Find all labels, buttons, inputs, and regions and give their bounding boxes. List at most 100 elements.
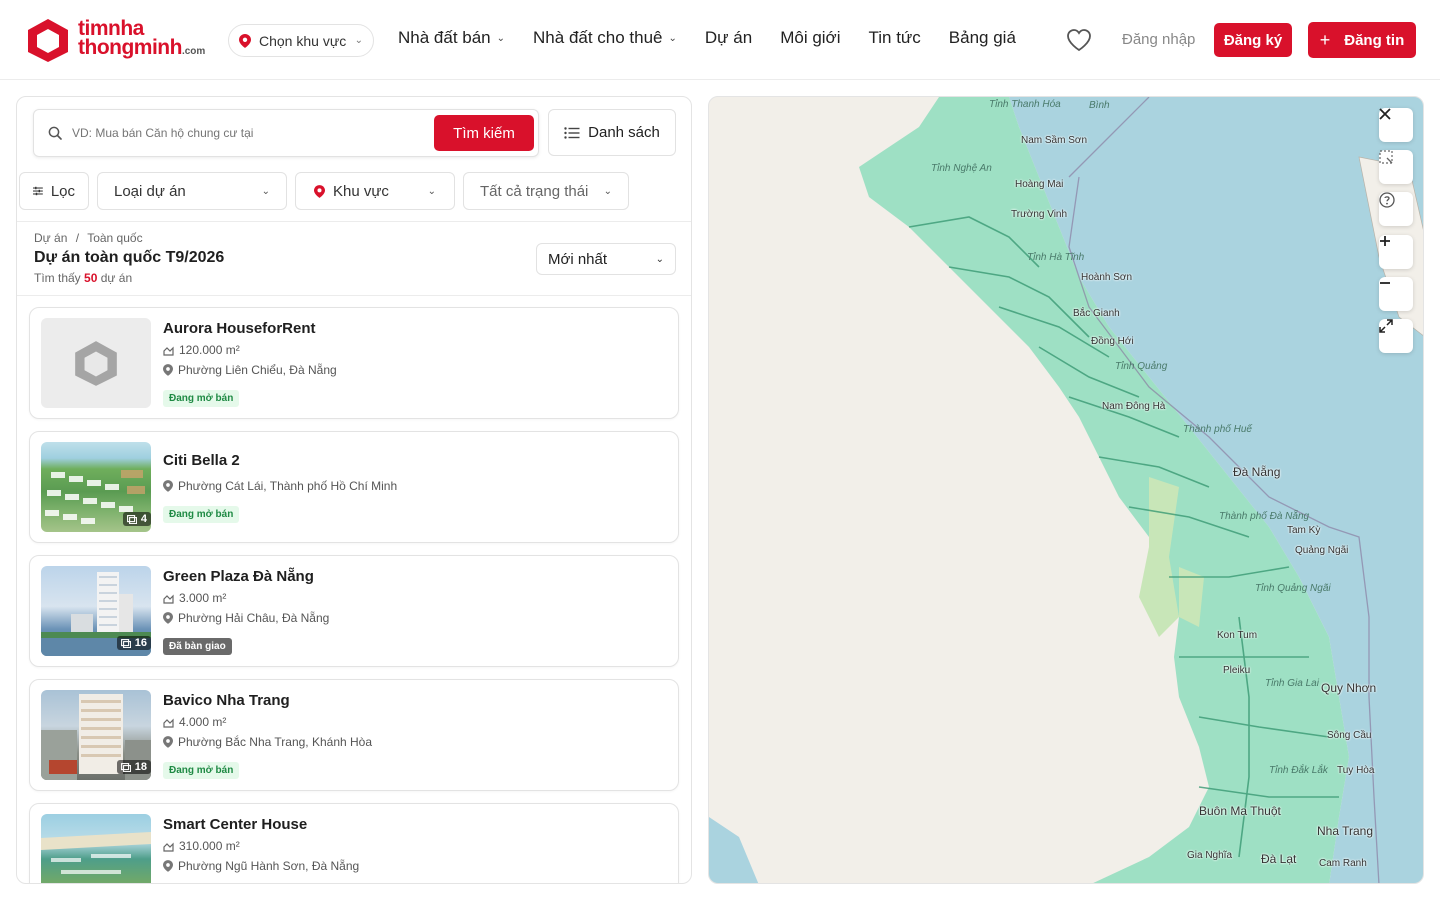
map-province-label: Tỉnh Hà Tĩnh <box>1027 252 1085 263</box>
divider <box>17 295 691 296</box>
nav-item-brokers[interactable]: Môi giới <box>780 28 840 48</box>
project-type-select[interactable]: Loại dự án ⌄ <box>97 172 287 210</box>
project-name[interactable]: Aurora HouseforRent <box>163 320 316 337</box>
project-area: 3.000 m² <box>163 591 226 605</box>
map-city-label: Quảng Ngãi <box>1295 545 1349 556</box>
project-card[interactable]: Smart Center House 310.000 m² Phường Ngũ… <box>29 803 679 883</box>
post-listing-button[interactable]: + Đăng tin <box>1308 22 1416 58</box>
region-select[interactable]: Chọn khu vực ⌄ <box>228 24 374 57</box>
project-card[interactable]: 18 Bavico Nha Trang 4.000 m² Phường Bắc … <box>29 679 679 791</box>
map-province-label: Tỉnh Thanh Hóa <box>989 99 1061 110</box>
map-city-label: Quy Nhơn <box>1321 681 1377 695</box>
map-province-label: Bình <box>1089 100 1110 111</box>
close-map-button[interactable] <box>1379 108 1413 142</box>
project-name[interactable]: Bavico Nha Trang <box>163 692 290 709</box>
project-area: 120.000 m² <box>163 343 240 357</box>
project-card[interactable]: 16 Green Plaza Đà Nẵng 3.000 m² Phường H… <box>29 555 679 667</box>
fullscreen-button[interactable] <box>1379 319 1413 353</box>
status-badge: Đã bàn giao <box>163 638 232 655</box>
search-icon <box>48 126 62 140</box>
project-thumbnail <box>41 814 151 883</box>
site-header: timnha thongminh.com Chọn khu vực ⌄ Nhà … <box>0 0 1440 80</box>
map-city-label: Gia Nghĩa <box>1187 850 1233 861</box>
logo-text-bottom: thongminh <box>78 36 182 59</box>
area-icon <box>163 718 174 728</box>
breadcrumb: Dự án / Toàn quốc <box>34 231 143 245</box>
nav-item-pricing[interactable]: Bảng giá <box>949 28 1016 48</box>
chevron-down-icon: ⌄ <box>655 253 664 265</box>
help-icon <box>1379 192 1395 208</box>
filter-button[interactable]: Lọc <box>19 172 89 210</box>
gallery-icon <box>120 638 131 648</box>
photo-count: 18 <box>116 760 151 774</box>
map-view[interactable]: Tỉnh Thanh Hóa Bình Nam Sầm Sơn Tỉnh Ngh… <box>708 96 1424 884</box>
plus-icon <box>1380 236 1390 246</box>
chevron-down-icon: ⌄ <box>427 185 436 197</box>
status-select[interactable]: Tất cả trạng thái ⌄ <box>463 172 629 210</box>
map-province-label: Thành phố Đà Nẵng <box>1219 511 1310 522</box>
map-city-label: Hoành Sơn <box>1081 272 1133 283</box>
status-badge: Đang mở bán <box>163 506 240 523</box>
map-city-label: Đà Lạt <box>1261 852 1297 866</box>
project-card[interactable]: Aurora HouseforRent 120.000 m² Phường Li… <box>29 307 679 419</box>
search-input[interactable] <box>72 126 412 140</box>
zoom-out-button[interactable] <box>1379 277 1413 311</box>
search-button[interactable]: Tìm kiếm <box>434 115 534 151</box>
project-thumbnail: 18 <box>41 690 151 780</box>
site-logo[interactable]: timnha thongminh.com <box>24 16 205 64</box>
chevron-down-icon: ⌄ <box>603 185 612 197</box>
map-city-label: Buôn Ma Thuột <box>1199 804 1281 818</box>
login-link[interactable]: Đăng nhập <box>1122 31 1195 48</box>
project-thumbnail: 16 <box>41 566 151 656</box>
chevron-down-icon: ⌄ <box>261 185 270 197</box>
breadcrumb-nationwide[interactable]: Toàn quốc <box>87 231 142 245</box>
gallery-icon <box>126 514 137 524</box>
map-province-label: Tỉnh Gia Lai <box>1265 678 1319 689</box>
zoom-in-button[interactable] <box>1379 235 1413 269</box>
nav-item-rent[interactable]: Nhà đất cho thuê ⌄ <box>533 28 677 48</box>
map-city-label: Đồng Hới <box>1091 336 1134 347</box>
project-card[interactable]: 4 Citi Bella 2 Phường Cát Lái, Thành phố… <box>29 431 679 543</box>
map-city-label: Đà Nẵng <box>1233 465 1281 479</box>
project-name[interactable]: Smart Center House <box>163 816 307 833</box>
results-panel: Tìm kiếm Danh sách Lọc Loại dự án ⌄ Khu … <box>16 96 692 884</box>
filter-row: Lọc Loại dự án ⌄ Khu vực ⌄ Tất cả trạng … <box>19 172 629 210</box>
chevron-down-icon: ⌄ <box>354 35 363 46</box>
signup-button[interactable]: Đăng ký <box>1214 23 1292 57</box>
breadcrumb-projects[interactable]: Dự án <box>34 231 67 245</box>
chevron-down-icon: ⌄ <box>496 32 506 44</box>
project-name[interactable]: Citi Bella 2 <box>163 452 240 469</box>
results-count: Tìm thấy 50 dự án <box>34 271 133 285</box>
location-pin-icon <box>163 480 173 492</box>
area-select[interactable]: Khu vực ⌄ <box>295 172 455 210</box>
heart-icon[interactable] <box>1066 28 1092 52</box>
project-location: Phường Liên Chiểu, Đà Nẵng <box>163 363 337 377</box>
project-location: Phường Ngũ Hành Sơn, Đà Nẵng <box>163 859 359 873</box>
map-city-label: Trường Vinh <box>1011 209 1068 220</box>
photo-count: 16 <box>116 636 151 650</box>
map-province-label: Tỉnh Quảng Ngãi <box>1255 583 1331 594</box>
close-icon <box>1379 108 1391 120</box>
logo-house-icon <box>28 19 68 62</box>
sort-select[interactable]: Mới nhất ⌄ <box>536 243 676 275</box>
map-help-button[interactable] <box>1379 192 1413 226</box>
select-area-icon <box>1379 150 1393 164</box>
map-city-label: Kon Tum <box>1217 630 1258 641</box>
project-location: Phường Bắc Nha Trang, Khánh Hòa <box>163 735 372 749</box>
area-icon <box>163 842 174 852</box>
nav-item-news[interactable]: Tin tức <box>868 28 920 48</box>
aerial-coast-image <box>41 832 151 874</box>
draw-area-button[interactable] <box>1379 150 1413 184</box>
list-view-button[interactable]: Danh sách <box>548 109 676 156</box>
location-pin-icon <box>239 33 251 48</box>
project-name[interactable]: Green Plaza Đà Nẵng <box>163 568 314 585</box>
chevron-down-icon: ⌄ <box>668 32 677 44</box>
minus-icon <box>1380 282 1390 284</box>
nav-item-sale[interactable]: Nhà đất bán ⌄ <box>398 28 505 48</box>
area-icon <box>163 594 174 604</box>
expand-icon <box>1379 319 1393 333</box>
nav-item-projects[interactable]: Dự án <box>705 28 752 48</box>
location-pin-icon <box>163 364 173 376</box>
project-location: Phường Hải Châu, Đà Nẵng <box>163 611 329 625</box>
map-city-label: Bắc Gianh <box>1073 308 1120 319</box>
